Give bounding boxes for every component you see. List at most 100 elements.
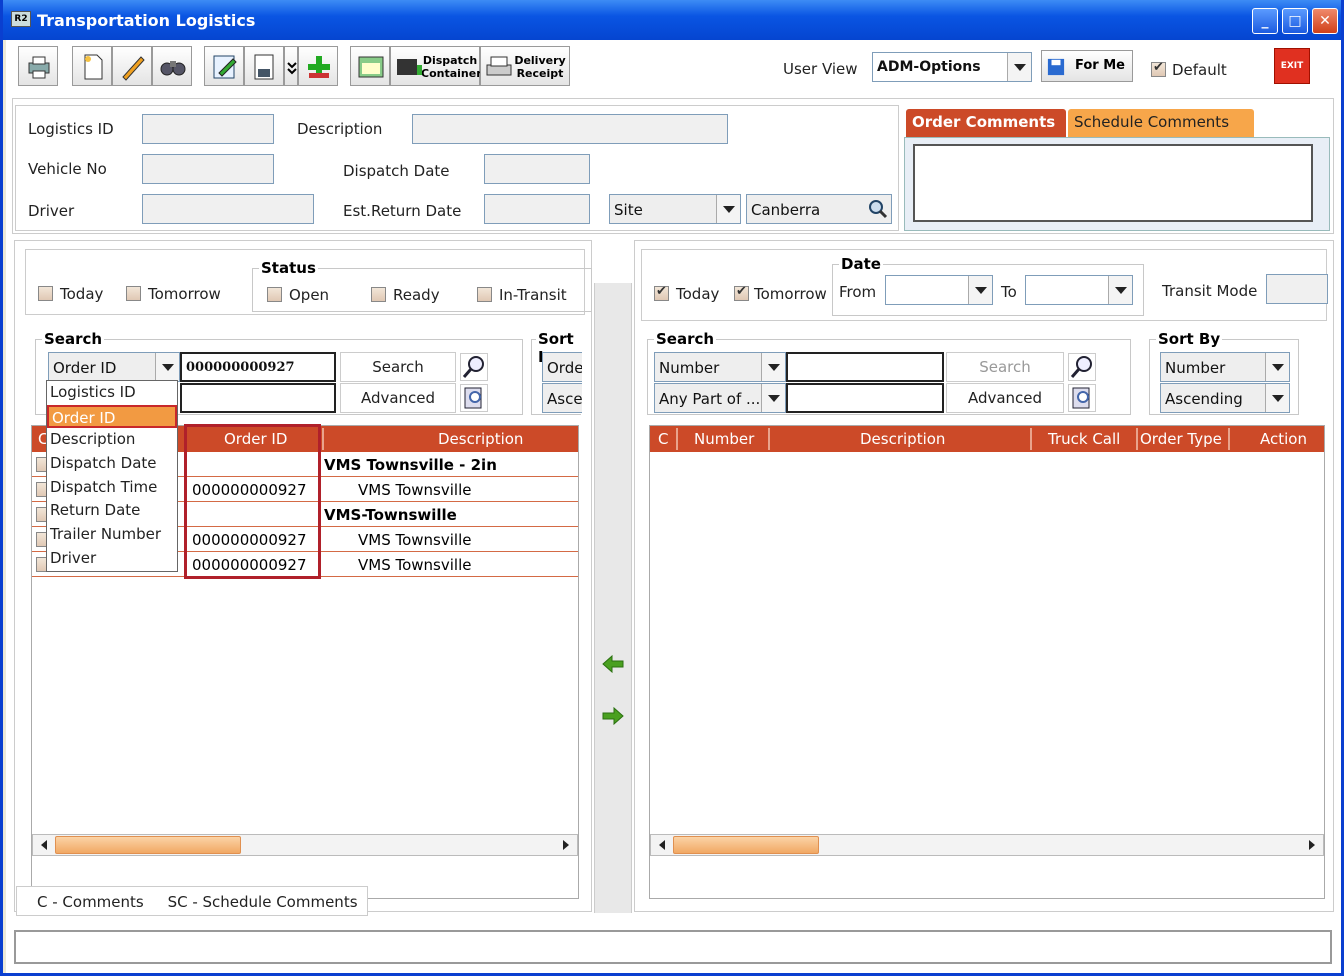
minimize-button[interactable]: _ <box>1252 8 1278 34</box>
maximize-button[interactable]: □ <box>1282 8 1308 34</box>
find-button[interactable] <box>152 46 192 86</box>
dropdown-option[interactable]: Trailer Number <box>47 523 177 547</box>
title-bar[interactable]: R2 Transportation Logistics _ □ ✕ <box>3 0 1341 40</box>
right-search-field-select[interactable]: Number <box>654 352 786 382</box>
right-advanced-search-icon[interactable] <box>1068 384 1096 412</box>
to-date-picker[interactable] <box>1025 275 1133 305</box>
dropdown-option[interactable]: Driver <box>47 547 177 571</box>
left-horizontal-scrollbar[interactable] <box>32 834 578 856</box>
scroll-right-icon[interactable] <box>557 836 575 854</box>
chevron-down-icon[interactable] <box>761 353 785 381</box>
move-right-arrow-icon[interactable] <box>601 707 625 725</box>
exit-button[interactable]: EXIT <box>1274 48 1310 84</box>
chevron-down-icon[interactable] <box>968 276 992 304</box>
open-checkbox[interactable] <box>267 287 282 302</box>
chevron-down-icon[interactable] <box>1265 384 1289 412</box>
dispatch-date-field[interactable] <box>484 154 590 184</box>
driver-field[interactable] <box>142 194 314 224</box>
search-input[interactable]: 000000000927 <box>180 352 336 382</box>
right-today-checkbox[interactable] <box>654 284 669 301</box>
scroll-left-icon[interactable] <box>653 836 671 854</box>
report-menu-arrow[interactable] <box>284 46 298 86</box>
dispatch-container-button[interactable]: Dispatch Container <box>390 46 482 86</box>
edit-button[interactable] <box>112 46 152 86</box>
close-button[interactable]: ✕ <box>1312 8 1338 34</box>
description-field[interactable] <box>412 114 728 144</box>
status-group: Status Open Ready In-Transit <box>252 259 592 312</box>
advanced-button[interactable]: Advanced <box>340 383 456 413</box>
report-button[interactable] <box>244 46 284 86</box>
chevron-down-icon[interactable] <box>1265 353 1289 381</box>
default-checkbox[interactable] <box>1151 60 1166 77</box>
sort-order-select[interactable]: Asce <box>542 383 582 413</box>
ready-checkbox[interactable] <box>371 287 386 302</box>
chevron-down-icon[interactable] <box>716 195 740 223</box>
scroll-right-icon[interactable] <box>1303 836 1321 854</box>
logistics-id-field[interactable] <box>142 114 274 144</box>
col-c[interactable]: C <box>658 430 668 448</box>
chevron-down-icon[interactable] <box>155 353 179 381</box>
col-action[interactable]: Action <box>1260 430 1307 448</box>
print-button[interactable] <box>18 46 58 86</box>
from-date-picker[interactable] <box>885 275 993 305</box>
search-input-secondary[interactable] <box>180 383 336 413</box>
for-me-button[interactable]: For Me <box>1041 50 1133 82</box>
new-button[interactable] <box>72 46 112 86</box>
notes-button[interactable] <box>204 46 244 86</box>
dropdown-option[interactable]: Order ID <box>47 404 177 429</box>
tab-order-comments[interactable]: Order Comments <box>906 109 1066 137</box>
right-sort-field-select[interactable]: Number <box>1160 352 1290 382</box>
chevron-down-icon[interactable] <box>1007 53 1031 81</box>
today-checkbox[interactable] <box>38 286 53 301</box>
search-button[interactable]: Search <box>340 352 456 382</box>
right-sort-order-select[interactable]: Ascending <box>1160 383 1290 413</box>
search-input-value: 000000000927 <box>186 360 295 375</box>
add-task-button[interactable] <box>298 46 338 86</box>
user-view-select[interactable]: ADM-Options <box>872 52 1032 82</box>
chevron-down-icon[interactable] <box>1108 276 1132 304</box>
col-truck-call[interactable]: Truck Call <box>1048 430 1120 448</box>
binoculars-icon <box>160 61 186 76</box>
right-advanced-button[interactable]: Advanced <box>946 383 1064 413</box>
col-description[interactable]: Description <box>438 430 523 448</box>
right-search-button[interactable]: Search <box>946 352 1064 382</box>
delivery-receipt-button[interactable]: Delivery Receipt <box>480 46 570 86</box>
right-horizontal-scrollbar[interactable] <box>650 834 1324 856</box>
in-transit-checkbox[interactable] <box>477 287 492 302</box>
scrollbar-thumb[interactable] <box>55 836 241 854</box>
search-field-select[interactable]: Order ID <box>48 352 180 382</box>
tomorrow-checkbox[interactable] <box>126 286 141 301</box>
site-select[interactable]: Site <box>609 194 741 224</box>
move-left-arrow-icon[interactable] <box>601 655 625 673</box>
comments-textarea[interactable] <box>913 144 1313 222</box>
right-panel: Today Tomorrow Date From To Transit Mode… <box>634 240 1334 912</box>
transit-mode-select[interactable] <box>1266 274 1328 304</box>
col-description[interactable]: Description <box>860 430 945 448</box>
edit-form-icon <box>213 55 237 79</box>
right-search-mode-select[interactable]: Any Part of ... <box>654 383 786 413</box>
vehicle-no-field[interactable] <box>142 154 274 184</box>
tab-schedule-comments[interactable]: Schedule Comments <box>1068 109 1254 137</box>
panel-splitter[interactable] <box>594 283 632 913</box>
right-search-input[interactable] <box>786 352 944 382</box>
calendar-button[interactable] <box>350 46 390 86</box>
sort-field-select[interactable]: Orde <box>542 352 582 382</box>
scroll-left-icon[interactable] <box>35 836 53 854</box>
right-search-input-secondary[interactable] <box>786 383 944 413</box>
search-icon[interactable] <box>868 199 888 219</box>
col-number[interactable]: Number <box>694 430 754 448</box>
dropdown-option[interactable]: Dispatch Date <box>47 452 177 476</box>
right-search-icon[interactable] <box>1068 353 1096 381</box>
col-order-type[interactable]: Order Type <box>1140 430 1222 448</box>
dropdown-option[interactable]: Return Date <box>47 499 177 523</box>
site-value-field[interactable]: Canberra <box>746 194 892 224</box>
dropdown-option[interactable]: Description <box>47 428 177 452</box>
advanced-search-icon[interactable] <box>460 384 488 412</box>
chevron-down-icon[interactable] <box>761 384 785 412</box>
scrollbar-thumb[interactable] <box>673 836 819 854</box>
right-tomorrow-checkbox[interactable] <box>734 284 749 301</box>
dropdown-option[interactable]: Logistics ID <box>47 381 177 405</box>
est-return-date-field[interactable] <box>484 194 590 224</box>
dropdown-option[interactable]: Dispatch Time <box>47 476 177 500</box>
search-icon[interactable] <box>460 353 488 381</box>
